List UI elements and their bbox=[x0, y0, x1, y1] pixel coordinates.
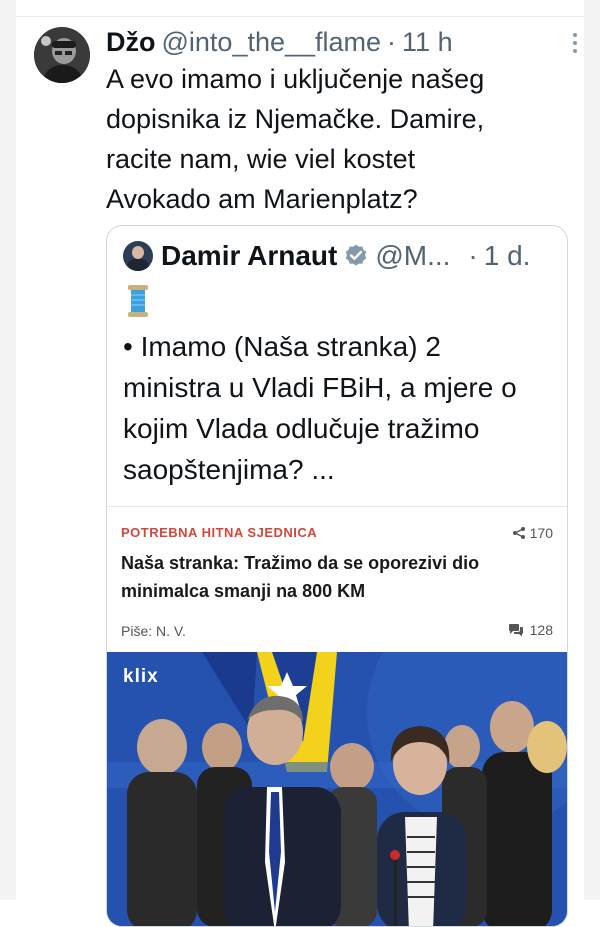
klix-logo: klix bbox=[123, 666, 159, 687]
author-handle[interactable]: @into_the__flame bbox=[162, 27, 382, 58]
share-count: 170 bbox=[512, 525, 553, 541]
comments-icon bbox=[508, 623, 523, 636]
more-options-icon[interactable] bbox=[568, 31, 582, 55]
tweet[interactable]: Džo @into_the__flame · 11 h A evo imamo … bbox=[16, 17, 584, 927]
spool-of-thread-icon bbox=[128, 285, 148, 317]
share-icon bbox=[512, 527, 525, 539]
article-photo[interactable]: klix bbox=[107, 652, 567, 926]
quoted-tweet-text: • Imamo (Naša stranka) 2 ministra u Vlad… bbox=[123, 331, 517, 485]
app-frame-right bbox=[584, 0, 600, 900]
press-conference-image bbox=[107, 652, 567, 926]
quoted-separator-dot: · bbox=[468, 240, 478, 271]
previous-tweet-divider bbox=[16, 0, 584, 17]
comment-count-value: 128 bbox=[529, 622, 553, 638]
tweet-header: Džo @into_the__flame · 11 h bbox=[106, 25, 564, 59]
avatar[interactable] bbox=[34, 27, 90, 83]
article-kicker: POTREBNA HITNA SJEDNICA bbox=[121, 525, 318, 540]
article-title[interactable]: Naša stranka: Tražimo da se oporezivi di… bbox=[121, 549, 551, 605]
quoted-tweet-header: Damir Arnaut @M... · 1 d. bbox=[123, 238, 555, 274]
quoted-avatar bbox=[123, 241, 153, 271]
tweet-time[interactable]: 11 h bbox=[402, 27, 453, 58]
quoted-tweet[interactable]: Damir Arnaut @M... · 1 d. • Imamo (Naša … bbox=[106, 225, 568, 927]
article-author: Piše: N. V. bbox=[121, 623, 186, 639]
author-name[interactable]: Džo bbox=[106, 27, 156, 58]
verified-badge-icon bbox=[346, 244, 367, 266]
article-card[interactable]: POTREBNA HITNA SJEDNICA 170 Naša stranka… bbox=[107, 506, 567, 926]
quoted-author-name: Damir Arnaut bbox=[161, 240, 338, 271]
tweet-text: A evo imamo i uključenje našeg dopisnika… bbox=[106, 64, 485, 214]
quoted-tweet-time: 1 d. bbox=[483, 240, 531, 271]
app-frame-left bbox=[0, 0, 16, 900]
comment-count: 128 bbox=[508, 622, 553, 638]
quoted-author-handle: @M... bbox=[375, 240, 451, 271]
separator-dot: · bbox=[387, 26, 397, 57]
share-count-value: 170 bbox=[529, 525, 553, 541]
